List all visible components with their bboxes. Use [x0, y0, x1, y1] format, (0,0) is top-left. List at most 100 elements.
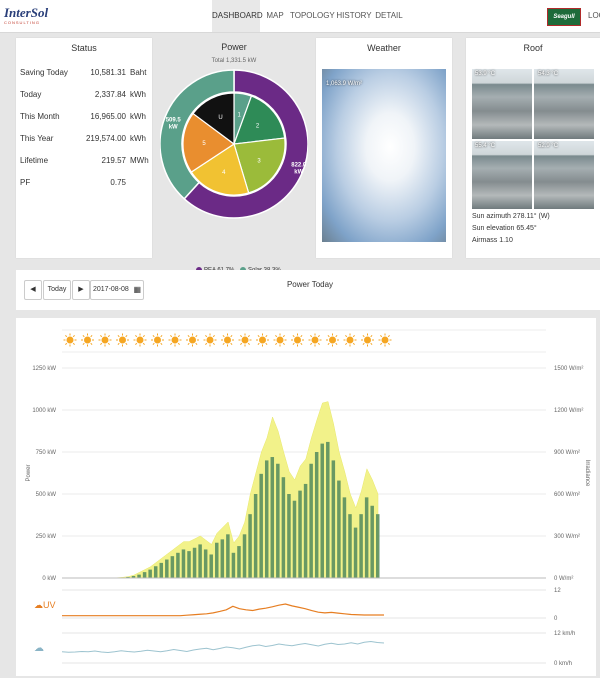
login-link[interactable]: LOG — [588, 0, 600, 32]
solar-power-bar[interactable] — [160, 563, 164, 578]
sun-ray — [170, 343, 171, 344]
solar-power-bar[interactable] — [320, 444, 324, 578]
sun-ray — [363, 343, 364, 344]
solar-power-bar[interactable] — [209, 554, 213, 578]
solar-power-bar[interactable] — [315, 452, 319, 578]
solar-power-bar[interactable] — [137, 575, 141, 578]
y-axis-label: Power — [26, 464, 32, 481]
solar-power-bar[interactable] — [309, 464, 313, 578]
solar-power-bar[interactable] — [254, 494, 258, 578]
solar-power-bar[interactable] — [171, 556, 175, 578]
sun-ray — [388, 343, 389, 344]
solar-power-bar[interactable] — [337, 481, 341, 578]
solar-power-bar[interactable] — [226, 534, 230, 578]
solar-power-bar[interactable] — [143, 572, 147, 578]
sun-ray — [283, 343, 284, 344]
today-button[interactable]: Today — [43, 280, 71, 300]
sun-ray — [301, 343, 302, 344]
status-unit: MWh — [130, 156, 149, 165]
roof-card: Roof 53.9 °C 54.3 °C 55.4 °C 52.9 °C Sun… — [466, 38, 600, 258]
solar-power-bar[interactable] — [259, 474, 263, 578]
sun-ray — [240, 343, 241, 344]
sun-ray — [328, 335, 329, 336]
solar-power-bar[interactable] — [298, 491, 302, 578]
sun-ray — [248, 335, 249, 336]
status-value: 2,337.84 — [95, 90, 126, 99]
solar-power-bar[interactable] — [359, 514, 363, 578]
sun-ray — [188, 335, 189, 336]
solar-power-bar[interactable] — [376, 514, 380, 578]
status-row: Lifetime 219.57 MWh — [20, 156, 152, 168]
sun-core — [102, 337, 109, 344]
solar-power-bar[interactable] — [354, 528, 358, 578]
sun-ray — [336, 343, 337, 344]
uv-icon: ☁UV — [34, 600, 56, 610]
tab-history[interactable]: HISTORY — [336, 0, 372, 32]
tab-dashboard[interactable]: DASHBOARD — [212, 0, 260, 32]
tab-detail[interactable]: DETAIL — [374, 0, 404, 32]
solar-power-bar[interactable] — [248, 514, 252, 578]
solar-power-bar[interactable] — [237, 546, 241, 578]
solar-power-bar[interactable] — [204, 549, 208, 578]
sun-ray — [108, 343, 109, 344]
solar-power-bar[interactable] — [326, 442, 330, 578]
sun-core — [154, 337, 161, 344]
solar-power-bar[interactable] — [271, 457, 275, 578]
roof-camera-2[interactable] — [534, 69, 594, 139]
sun-icon — [221, 334, 234, 347]
roof-temp-1: 53.9 °C — [475, 71, 495, 77]
y2-tick-label: 1200 W/m² — [554, 408, 583, 414]
solar-power-bar[interactable] — [221, 539, 225, 578]
solar-power-bar[interactable] — [193, 548, 197, 578]
solar-power-bar[interactable] — [365, 497, 369, 578]
uv-line[interactable] — [62, 604, 384, 616]
wind-line[interactable] — [62, 642, 384, 653]
sun-ray — [231, 343, 232, 344]
solar-power-bar[interactable] — [154, 566, 158, 578]
solar-power-bar[interactable] — [304, 484, 308, 578]
solar-power-bar[interactable] — [282, 477, 286, 578]
status-row: Saving Today 10,581.31 Baht — [20, 68, 152, 80]
status-unit: kWh — [130, 134, 146, 143]
solar-power-bar[interactable] — [165, 560, 169, 578]
solar-power-bar[interactable] — [332, 460, 336, 578]
solar-power-bar[interactable] — [343, 497, 347, 578]
roof-camera-4[interactable] — [534, 141, 594, 209]
roof-camera-1[interactable] — [472, 69, 532, 139]
sun-icon — [169, 334, 182, 347]
prev-day-button[interactable]: ◀ — [24, 280, 42, 300]
next-day-button[interactable]: ▶ — [72, 280, 90, 300]
solar-power-bar[interactable] — [370, 506, 374, 578]
sun-ray — [118, 335, 119, 336]
sun-ray — [345, 335, 346, 336]
calendar-icon[interactable]: ▦ — [133, 281, 141, 299]
solar-power-bar[interactable] — [198, 544, 202, 578]
tab-topology[interactable]: TOPOLOGY — [290, 0, 334, 32]
solar-power-bar[interactable] — [348, 514, 352, 578]
intersol-logo[interactable]: InterSol — [4, 5, 48, 21]
y2-tick-label: 0 W/m² — [554, 576, 573, 582]
power-panel: Power Total 1,331.5 kW 822.0kW509.5kW123… — [160, 38, 308, 258]
solar-power-bar[interactable] — [148, 570, 152, 578]
solar-power-bar[interactable] — [232, 553, 236, 578]
solar-power-bar[interactable] — [182, 549, 186, 578]
tab-map[interactable]: MAP — [262, 0, 288, 32]
sun-ray — [196, 343, 197, 344]
roof-camera-3[interactable] — [472, 141, 532, 209]
solar-power-bar[interactable] — [265, 460, 269, 578]
solar-power-bar[interactable] — [176, 553, 180, 578]
sky-camera-image[interactable] — [322, 69, 446, 242]
solar-power-bar[interactable] — [293, 501, 297, 578]
y2-tick-label: 900 W/m² — [554, 450, 580, 456]
solar-power-bar[interactable] — [215, 543, 219, 578]
sun-ray — [213, 335, 214, 336]
date-picker[interactable]: 2017-08-08 ▦ — [90, 280, 144, 300]
sun-ray — [118, 343, 119, 344]
solar-power-bar[interactable] — [287, 494, 291, 578]
solar-power-bar[interactable] — [276, 464, 280, 578]
sun-core — [382, 337, 389, 344]
solar-power-bar[interactable] — [187, 551, 191, 578]
solar-power-bar[interactable] — [243, 534, 247, 578]
sun-ray — [380, 335, 381, 336]
sun-icon — [99, 334, 112, 347]
